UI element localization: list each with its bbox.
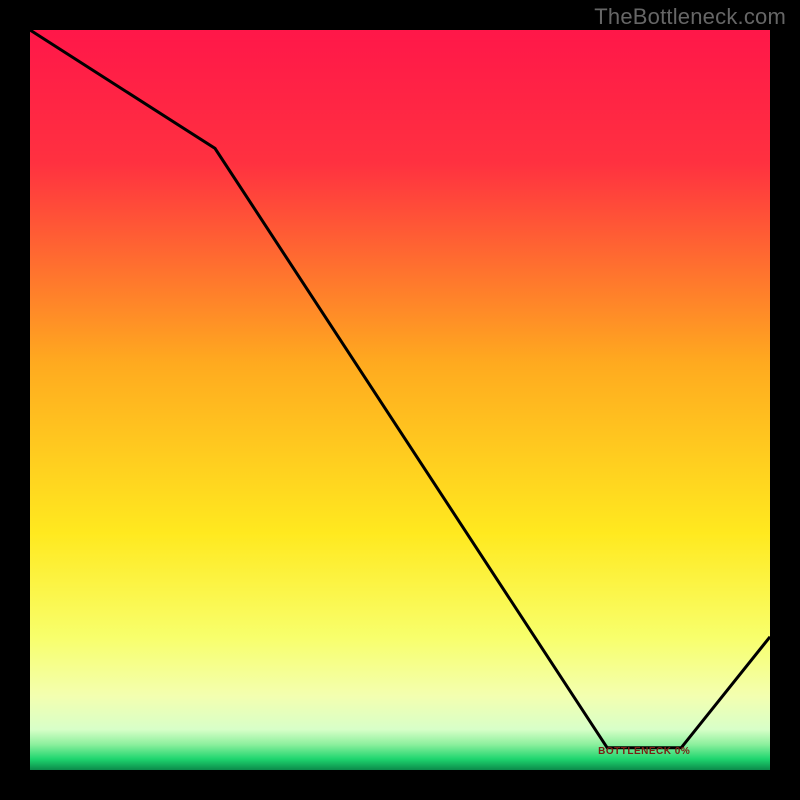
bottleneck-curve xyxy=(30,30,770,748)
plot-frame: BOTTLENECK 0% xyxy=(30,30,770,770)
attribution-text: TheBottleneck.com xyxy=(594,4,786,30)
bottleneck-zero-label: BOTTLENECK 0% xyxy=(598,746,690,757)
chart-container: TheBottleneck.com BOTTLENECK 0% xyxy=(0,0,800,800)
line-layer xyxy=(30,30,770,770)
plot-area: BOTTLENECK 0% xyxy=(30,30,770,770)
